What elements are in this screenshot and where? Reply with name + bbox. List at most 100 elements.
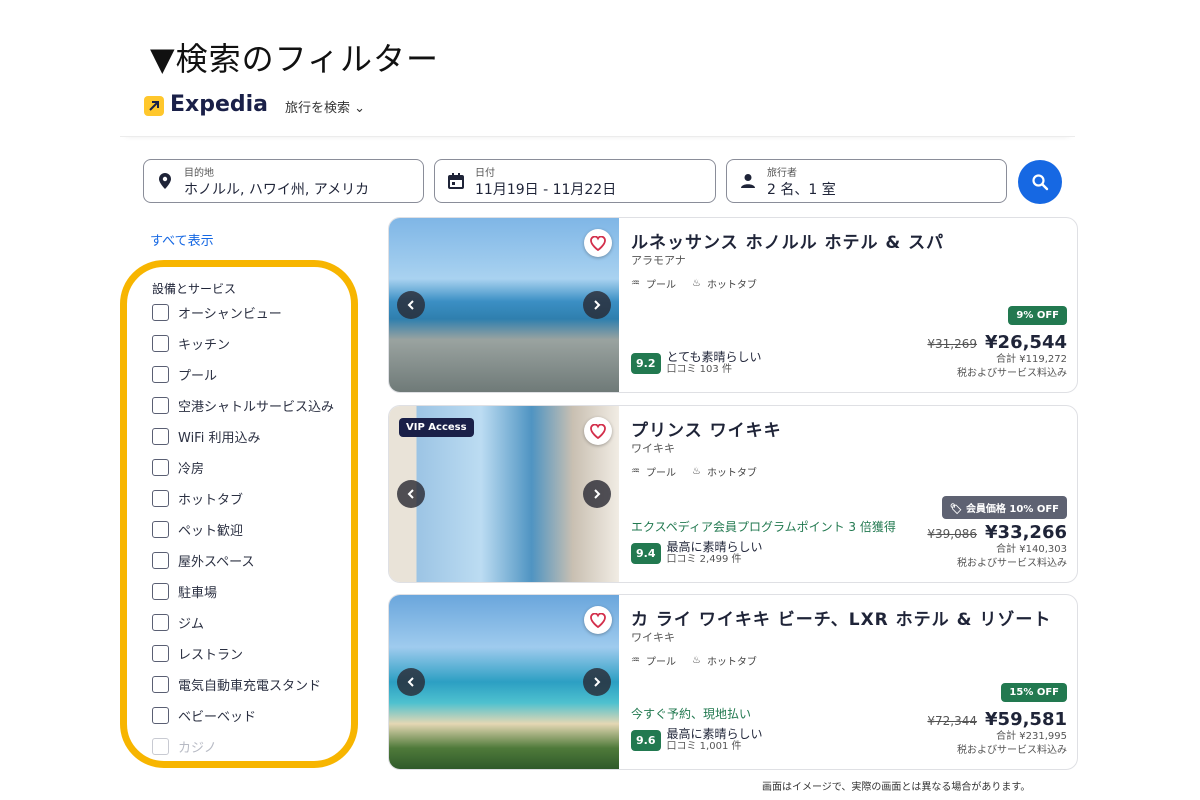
filter-option[interactable]: キッチン [152,333,372,353]
discount-badge: 9% OFF [1008,306,1067,325]
filter-option-label: ペット歓迎 [178,523,244,539]
heart-icon[interactable] [584,417,612,445]
dates-field[interactable]: 日付 11月19日 - 11月22日 [434,159,716,203]
filter-checkbox[interactable] [152,396,169,414]
person-icon [739,172,757,190]
hotel-card[interactable]: ルネッサンス ホノルル ホテル & スパ アラモアナ ♒ プール ♨ ホットタブ… [388,217,1078,393]
hotel-name[interactable]: プリンス ワイキキ [631,416,782,441]
chevron-left-icon[interactable] [397,291,425,319]
amenity-label: ホットタブ [706,280,757,291]
review-count: 口コミ 2,499 件 [666,554,742,565]
top-bar: Expedia 旅行を検索 ⌄ [120,85,1075,137]
original-price: ¥31,269 [927,337,978,351]
filter-checkbox[interactable] [152,644,169,662]
destination-field[interactable]: 目的地 ホノルル, ハワイ州, アメリカ [143,159,424,203]
hotel-name[interactable]: ルネッサンス ホノルル ホテル & スパ [631,228,944,253]
chevron-right-icon[interactable] [583,480,611,508]
filter-option[interactable]: WiFi 利用込み [152,426,372,446]
heart-icon[interactable] [584,229,612,257]
travelers-field[interactable]: 旅行者 2 名、1 室 [726,159,1007,203]
filter-option[interactable]: カジノ [152,736,372,756]
chevron-right-icon[interactable] [583,291,611,319]
filter-option[interactable]: オーシャンビュー [152,302,372,322]
filter-checkbox[interactable] [152,582,169,600]
original-price: ¥72,344 [927,714,978,728]
tax-note: 税およびサービス料込み [957,368,1067,379]
dates-value: 11月19日 - 11月22日 [475,182,617,198]
chevron-left-icon[interactable] [397,668,425,696]
price-block: ¥39,086 ¥33,266 合計 ¥140,303 税およびサービス料込み [927,522,1067,571]
amenity-list: ♒ プール ♨ ホットタブ [631,276,763,291]
nightly-price: ¥33,266 [985,522,1067,543]
filter-checkbox[interactable] [152,334,169,352]
chevron-right-icon[interactable] [583,668,611,696]
filter-option[interactable]: 冷房 [152,457,372,477]
pool-icon: ♒ [631,655,640,666]
filter-checkbox[interactable] [152,551,169,569]
original-price: ¥39,086 [927,527,978,541]
amenity-label: ホットタブ [706,657,757,668]
filter-checkbox[interactable] [152,706,169,724]
nightly-price: ¥26,544 [985,332,1067,353]
rating-label: とても素晴らしい [666,350,762,364]
promo-text: 今すぐ予約、現地払い [631,707,752,721]
discount-text: 9% OFF [1016,310,1059,321]
amenity-label: プール [645,280,676,291]
amenity-label: ホットタブ [706,468,757,479]
filter-checkbox[interactable] [152,458,169,476]
filter-option[interactable]: ジム [152,612,372,632]
hotel-card[interactable]: カ ライ ワイキキ ビーチ、LXR ホテル & リゾート ワイキキ ♒ プール … [388,594,1078,770]
filter-checkbox[interactable] [152,365,169,383]
filter-option[interactable]: 電気自動車充電スタンド [152,674,372,694]
filter-option-label: 駐車場 [178,585,218,601]
logo-text[interactable]: Expedia [170,92,268,117]
expedia-logo-icon[interactable] [144,96,164,116]
filter-checkbox[interactable] [152,520,169,538]
filter-checkbox[interactable] [152,613,169,631]
total-price: 合計 ¥140,303 [996,544,1067,555]
show-all-link[interactable]: すべて表示 [150,230,214,249]
filter-option[interactable]: プール [152,364,372,384]
filter-checkbox[interactable] [152,427,169,445]
price-block: ¥31,269 ¥26,544 合計 ¥119,272 税およびサービス料込み [927,332,1067,381]
filter-option[interactable]: ペット歓迎 [152,519,372,539]
page-heading: ▼検索のフィルター [150,40,439,78]
amenity-list: ♒ プール ♨ ホットタブ [631,464,763,479]
filter-checkbox[interactable] [152,489,169,507]
filter-option-label: ジム [178,616,205,632]
hotel-name[interactable]: カ ライ ワイキキ ビーチ、LXR ホテル & リゾート [631,605,1051,630]
calendar-icon [447,172,465,190]
hotel-area: ワイキキ [631,631,675,644]
review-count: 口コミ 103 件 [666,364,732,375]
total-price: 合計 ¥119,272 [996,354,1067,365]
filter-option[interactable]: 屋外スペース [152,550,372,570]
filter-option-label: カジノ [178,740,217,756]
nightly-price: ¥59,581 [985,709,1067,730]
filter-option-label: オーシャンビュー [178,306,282,322]
filter-option-label: WiFi 利用込み [178,430,261,446]
hotel-card[interactable]: VIP Access プリンス ワイキキ ワイキキ ♒ プール ♨ ホットタブ … [388,405,1078,583]
dates-label: 日付 [475,168,495,179]
footnote: 画面はイメージで、実際の画面とは異なる場合があります。 [762,782,1031,793]
hot-tub-icon: ♨ [691,278,701,289]
rating-score: 9.4 [631,542,661,564]
filter-checkbox[interactable] [152,303,169,321]
search-button[interactable] [1018,160,1062,204]
filter-checkbox[interactable] [152,737,169,755]
search-icon [1032,174,1049,191]
hot-tub-icon: ♨ [691,655,701,666]
filter-option[interactable]: 駐車場 [152,581,372,601]
filter-option-label: 電気自動車充電スタンド [178,678,322,694]
trip-search-menu[interactable]: 旅行を検索 ⌄ [285,97,365,116]
chevron-left-icon[interactable] [397,480,425,508]
filter-checkbox[interactable] [152,675,169,693]
filter-option[interactable]: ベビーベッド [152,705,372,725]
heart-icon[interactable] [584,606,612,634]
filter-option-label: キッチン [178,337,231,353]
tax-note: 税およびサービス料込み [957,558,1067,569]
guest-rating: 9.4 最高に素晴らしい 口コミ 2,499 件 [631,540,763,566]
destination-label: 目的地 [184,168,214,179]
filter-option[interactable]: ホットタブ [152,488,372,508]
filter-option[interactable]: レストラン [152,643,372,663]
filter-option[interactable]: 空港シャトルサービス込み [152,395,372,415]
